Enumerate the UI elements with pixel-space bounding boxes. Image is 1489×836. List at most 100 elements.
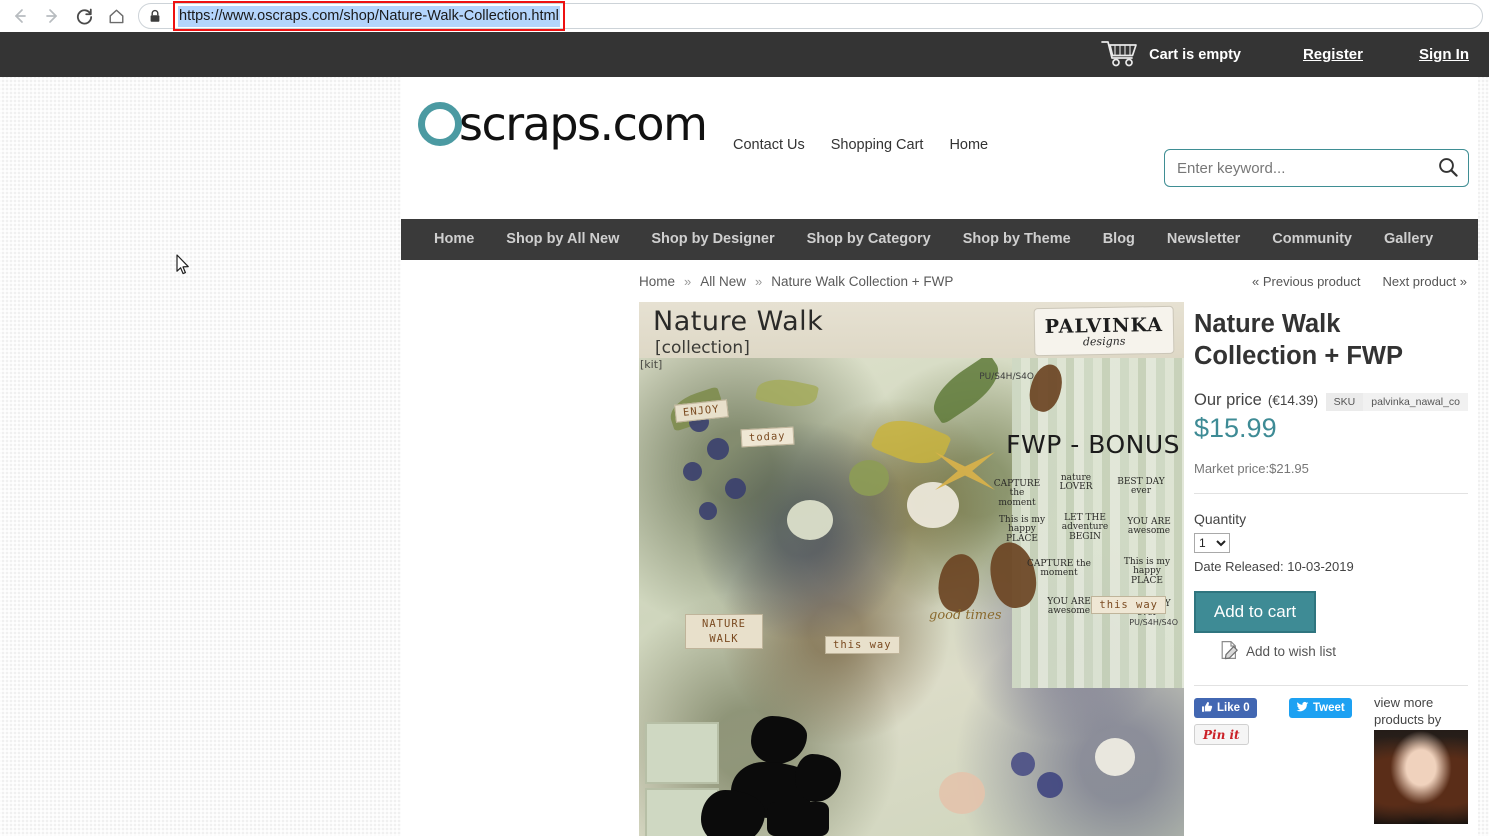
preview-word-art: YOU ARE awesome bbox=[1127, 517, 1171, 537]
preview-tag-good-times: good times bbox=[929, 608, 1002, 623]
designer-avatar[interactable] bbox=[1374, 730, 1468, 824]
home-button[interactable] bbox=[100, 2, 132, 30]
cart-status-label: Cart is empty bbox=[1149, 46, 1241, 63]
nav-item-home[interactable]: Home bbox=[418, 219, 490, 260]
divider bbox=[1194, 685, 1468, 686]
preview-berry bbox=[683, 462, 702, 481]
sku-label: SKU bbox=[1333, 396, 1356, 408]
search-input[interactable] bbox=[1165, 159, 1428, 177]
nav-item-gallery[interactable]: Gallery bbox=[1368, 219, 1449, 260]
search-button[interactable] bbox=[1428, 150, 1468, 186]
breadcrumb-item-home[interactable]: Home bbox=[639, 274, 675, 289]
product-info-column: Nature Walk Collection + FWP Our price (… bbox=[1184, 302, 1468, 836]
forward-button[interactable] bbox=[36, 2, 68, 30]
view-more-products-label: view more products by bbox=[1374, 695, 1442, 727]
sku-badge: SKU palvinka_nawal_co bbox=[1325, 393, 1468, 411]
thumbs-up-icon bbox=[1201, 701, 1213, 716]
preview-word-art: This is my happy PLACE bbox=[998, 515, 1046, 544]
our-price-label: Our price bbox=[1194, 391, 1262, 409]
twitter-tweet-label: Tweet bbox=[1313, 702, 1345, 714]
date-released: Date Released: 10-03-2019 bbox=[1194, 559, 1354, 574]
forward-arrow-icon bbox=[43, 7, 61, 25]
url-text[interactable]: https://www.oscraps.com/shop/Nature-Walk… bbox=[178, 5, 560, 27]
preview-subtitle: [collection] bbox=[655, 338, 750, 358]
site-logo[interactable]: scraps.com bbox=[418, 101, 708, 147]
preview-word-art: BEST DAY ever bbox=[1117, 477, 1165, 497]
reload-icon bbox=[75, 7, 94, 26]
pinterest-pin-button[interactable]: Pin it bbox=[1194, 724, 1249, 745]
preview-license-tag-top: PU/S4H/S4O bbox=[979, 372, 1034, 382]
header-links: Contact Us Shopping Cart Home bbox=[733, 137, 988, 153]
quantity-label: Quantity bbox=[1194, 511, 1247, 527]
product-navigation: « Previous product Next product » bbox=[1252, 260, 1467, 302]
preview-tag-this-way: this way bbox=[825, 636, 900, 654]
reload-button[interactable] bbox=[68, 2, 100, 30]
preview-ink-blot bbox=[767, 802, 829, 836]
preview-berry bbox=[699, 502, 717, 520]
nav-item-shop-by-theme[interactable]: Shop by Theme bbox=[947, 219, 1087, 260]
breadcrumb-item-current: Nature Walk Collection + FWP bbox=[771, 273, 954, 289]
preview-berry bbox=[707, 438, 729, 460]
preview-kit-tag: [kit] bbox=[640, 358, 663, 371]
search-box[interactable] bbox=[1164, 149, 1469, 187]
add-to-wishlist-button[interactable]: Add to wish list bbox=[1220, 640, 1468, 663]
previous-product-link[interactable]: « Previous product bbox=[1252, 274, 1360, 289]
site-container: scraps.com Contact Us Shopping Cart Home bbox=[401, 77, 1478, 836]
add-to-cart-button[interactable]: Add to cart bbox=[1194, 591, 1316, 633]
product-section: CAPTURE the moment nature LOVER BEST DAY… bbox=[401, 302, 1478, 836]
preview-flower bbox=[787, 500, 833, 540]
add-to-wishlist-label: Add to wish list bbox=[1246, 644, 1337, 659]
back-button[interactable] bbox=[4, 2, 36, 30]
breadcrumb-separator: » bbox=[684, 273, 692, 289]
preview-ink-blot bbox=[701, 790, 765, 836]
product-preview-image[interactable]: CAPTURE the moment nature LOVER BEST DAY… bbox=[639, 302, 1184, 836]
preview-violet bbox=[1037, 772, 1063, 798]
market-price: Market price:$21.95 bbox=[1194, 461, 1309, 476]
preview-word-art: CAPTURE the moment bbox=[1027, 559, 1091, 579]
preview-flower bbox=[939, 772, 985, 814]
preview-tag-this-way-2: this way bbox=[1091, 596, 1166, 614]
preview-berry bbox=[725, 478, 746, 499]
preview-brand-logo: PALVINKA designs bbox=[1033, 305, 1175, 357]
cart-status-link[interactable]: Cart is empty bbox=[1100, 39, 1241, 71]
our-price-eur: (€14.39) bbox=[1267, 393, 1319, 408]
nav-item-blog[interactable]: Blog bbox=[1087, 219, 1151, 260]
preview-frame bbox=[645, 722, 719, 784]
facebook-like-button[interactable]: Like 0 bbox=[1194, 698, 1257, 718]
quantity-stepper[interactable]: 12345 bbox=[1194, 533, 1230, 553]
sign-in-link[interactable]: Sign In bbox=[1419, 46, 1469, 63]
browser-chrome: https://www.oscraps.com/shop/Nature-Walk… bbox=[0, 0, 1489, 32]
product-image-column: CAPTURE the moment nature LOVER BEST DAY… bbox=[639, 302, 1184, 836]
preview-tag-nature-walk: NATURE WALK bbox=[685, 614, 763, 650]
register-link[interactable]: Register bbox=[1303, 46, 1363, 63]
breadcrumb-item-all-new[interactable]: All New bbox=[700, 274, 746, 289]
page-title: Nature Walk Collection + FWP bbox=[1194, 310, 1403, 370]
preview-license-tag: PU/S4H/S4O bbox=[1129, 618, 1178, 627]
twitter-bird-icon bbox=[1296, 701, 1309, 716]
utility-topbar: Cart is empty Register Sign In bbox=[0, 32, 1489, 77]
preview-bonus-label: FWP - BONUS bbox=[1006, 430, 1180, 459]
nav-item-community[interactable]: Community bbox=[1256, 219, 1368, 260]
lock-icon bbox=[149, 9, 161, 23]
preview-brand-tagline: designs bbox=[1082, 334, 1126, 348]
nav-item-shop-by-category[interactable]: Shop by Category bbox=[791, 219, 947, 260]
main-navigation: Home Shop by All New Shop by Designer Sh… bbox=[401, 219, 1478, 260]
preview-word-art: LET THE adventure BEGIN bbox=[1061, 513, 1109, 542]
url-annotation-box: https://www.oscraps.com/shop/Nature-Walk… bbox=[173, 1, 565, 31]
header-link-contact-us[interactable]: Contact Us bbox=[733, 137, 805, 153]
preview-word-art: CAPTURE the moment bbox=[993, 479, 1041, 508]
home-icon bbox=[107, 7, 126, 26]
nav-item-shop-by-all-new[interactable]: Shop by All New bbox=[490, 219, 635, 260]
header-link-shopping-cart[interactable]: Shopping Cart bbox=[831, 137, 924, 153]
twitter-tweet-button[interactable]: Tweet bbox=[1289, 698, 1352, 718]
preview-word-art: YOU ARE awesome bbox=[1047, 597, 1091, 617]
next-product-link[interactable]: Next product » bbox=[1382, 274, 1467, 289]
header-link-home[interactable]: Home bbox=[949, 137, 988, 153]
breadcrumb-separator: » bbox=[755, 273, 763, 289]
preview-word-art: nature LOVER bbox=[1059, 473, 1093, 493]
preview-flower bbox=[849, 460, 889, 496]
address-bar[interactable]: https://www.oscraps.com/shop/Nature-Walk… bbox=[138, 1, 1483, 31]
nav-item-newsletter[interactable]: Newsletter bbox=[1151, 219, 1256, 260]
pinterest-label: Pin it bbox=[1203, 727, 1240, 742]
nav-item-shop-by-designer[interactable]: Shop by Designer bbox=[635, 219, 790, 260]
